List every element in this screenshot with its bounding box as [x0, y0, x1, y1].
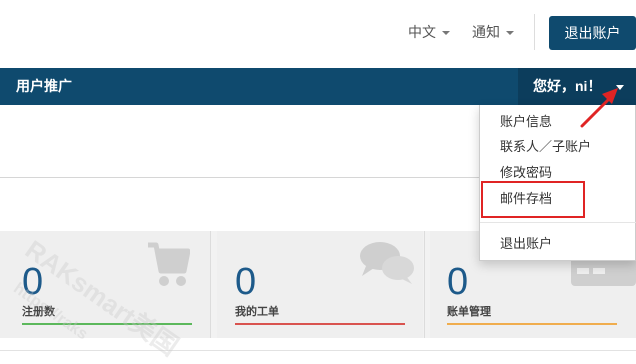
header-divider [534, 14, 535, 50]
logout-button[interactable]: 退出账户 [549, 16, 636, 50]
chevron-down-icon [442, 31, 450, 36]
chat-bubbles-icon [360, 242, 414, 284]
chevron-down-icon [506, 31, 514, 36]
notifications-label: 通知 [472, 24, 500, 40]
stat-underline-tickets [235, 323, 405, 325]
top-header: 中文 通知 退出账户 [0, 0, 636, 68]
language-dropdown[interactable]: 中文 [408, 22, 450, 42]
stat-underline-registrations [22, 323, 192, 325]
notifications-dropdown[interactable]: 通知 [472, 22, 514, 42]
stat-label-tickets: 我的工单 [235, 306, 279, 318]
stat-label-billing: 账单管理 [447, 306, 491, 318]
stat-value-registrations: 0 [22, 261, 44, 303]
arrow-icon [580, 88, 618, 128]
stat-underline-billing [447, 323, 617, 325]
menu-item-contacts[interactable]: 联系人／子账户 [500, 137, 591, 157]
cart-icon [148, 242, 190, 286]
stat-value-billing: 0 [447, 261, 469, 303]
language-label: 中文 [408, 24, 436, 40]
highlight-box [481, 181, 585, 218]
menu-divider [480, 222, 636, 223]
stat-label-registrations: 注册数 [22, 306, 55, 318]
card-divider [424, 231, 425, 338]
card-divider [210, 231, 211, 338]
stat-value-tickets: 0 [235, 261, 257, 303]
page: 中文 通知 退出账户 用户推广 您好，ni！ 0 0 0 注册数 我的工单 账单… [0, 0, 636, 364]
nav-bar: 用户推广 您好，ni！ [0, 68, 636, 105]
bottom-divider [0, 350, 636, 351]
menu-item-account-info[interactable]: 账户信息 [500, 112, 552, 132]
menu-item-logout[interactable]: 退出账户 [500, 234, 552, 254]
nav-item-referral[interactable]: 用户推广 [16, 68, 72, 105]
menu-item-change-password[interactable]: 修改密码 [500, 163, 552, 183]
